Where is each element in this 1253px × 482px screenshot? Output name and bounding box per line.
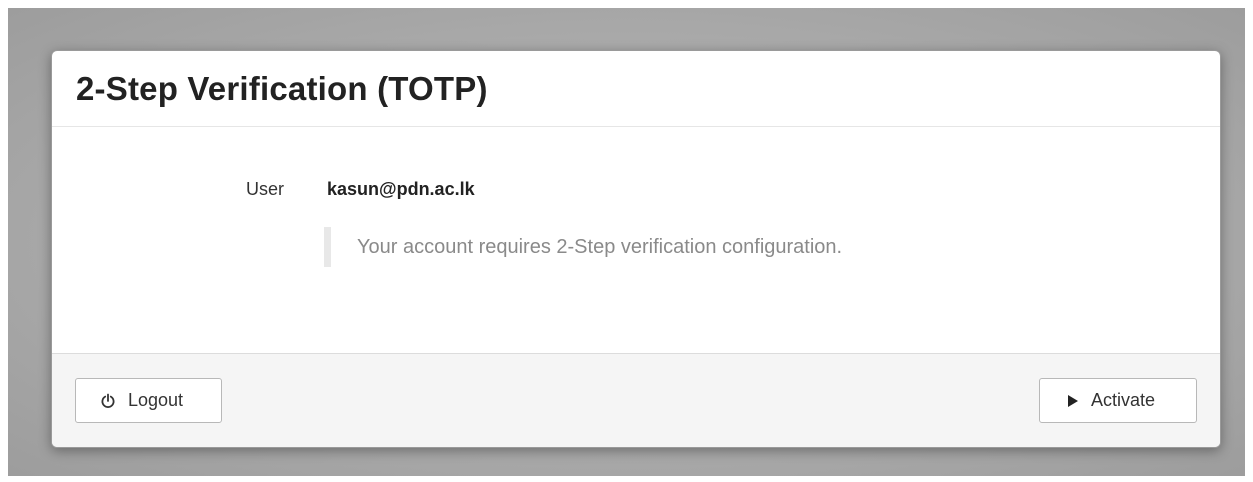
notice-text: Your account requires 2-Step verificatio… — [357, 235, 843, 258]
dialog-body: User kasun@pdn.ac.lk Your account requir… — [52, 127, 1220, 353]
backdrop-edge — [0, 0, 1253, 8]
notice-callout: Your account requires 2-Step verificatio… — [324, 227, 842, 267]
activate-button[interactable]: Activate — [1039, 378, 1197, 423]
logout-button[interactable]: Logout — [75, 378, 222, 423]
backdrop-edge — [0, 476, 1253, 482]
verification-dialog: 2-Step Verification (TOTP) User kasun@pd… — [51, 50, 1221, 448]
dialog-title: 2-Step Verification (TOTP) — [76, 69, 488, 107]
logout-label: Logout — [128, 390, 184, 410]
backdrop-edge — [0, 0, 8, 482]
dialog-footer: Logout Activate — [52, 353, 1220, 447]
activate-label: Activate — [1091, 390, 1156, 410]
user-email: kasun@pdn.ac.lk — [327, 179, 475, 199]
play-icon — [1067, 394, 1079, 408]
power-icon — [100, 393, 116, 409]
dialog-header: 2-Step Verification (TOTP) — [52, 51, 1220, 127]
backdrop-edge — [1245, 0, 1253, 482]
user-label: User — [246, 179, 285, 199]
